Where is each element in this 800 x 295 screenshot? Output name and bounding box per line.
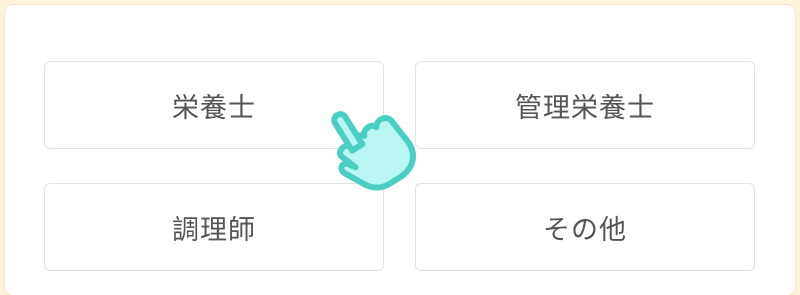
option-label: 調理師 <box>172 214 256 246</box>
option-label: 管理栄養士 <box>515 92 655 124</box>
option-button-chourishi[interactable]: 調理師 <box>44 183 384 271</box>
option-label: その他 <box>543 214 627 246</box>
selection-card: 栄養士 管理栄養士 調理師 その他 <box>5 5 795 295</box>
option-label: 栄養士 <box>172 92 256 124</box>
option-button-sonota[interactable]: その他 <box>415 183 755 271</box>
option-button-eiyoushi[interactable]: 栄養士 <box>44 61 384 149</box>
option-button-kanri-eiyoushi[interactable]: 管理栄養士 <box>415 61 755 149</box>
